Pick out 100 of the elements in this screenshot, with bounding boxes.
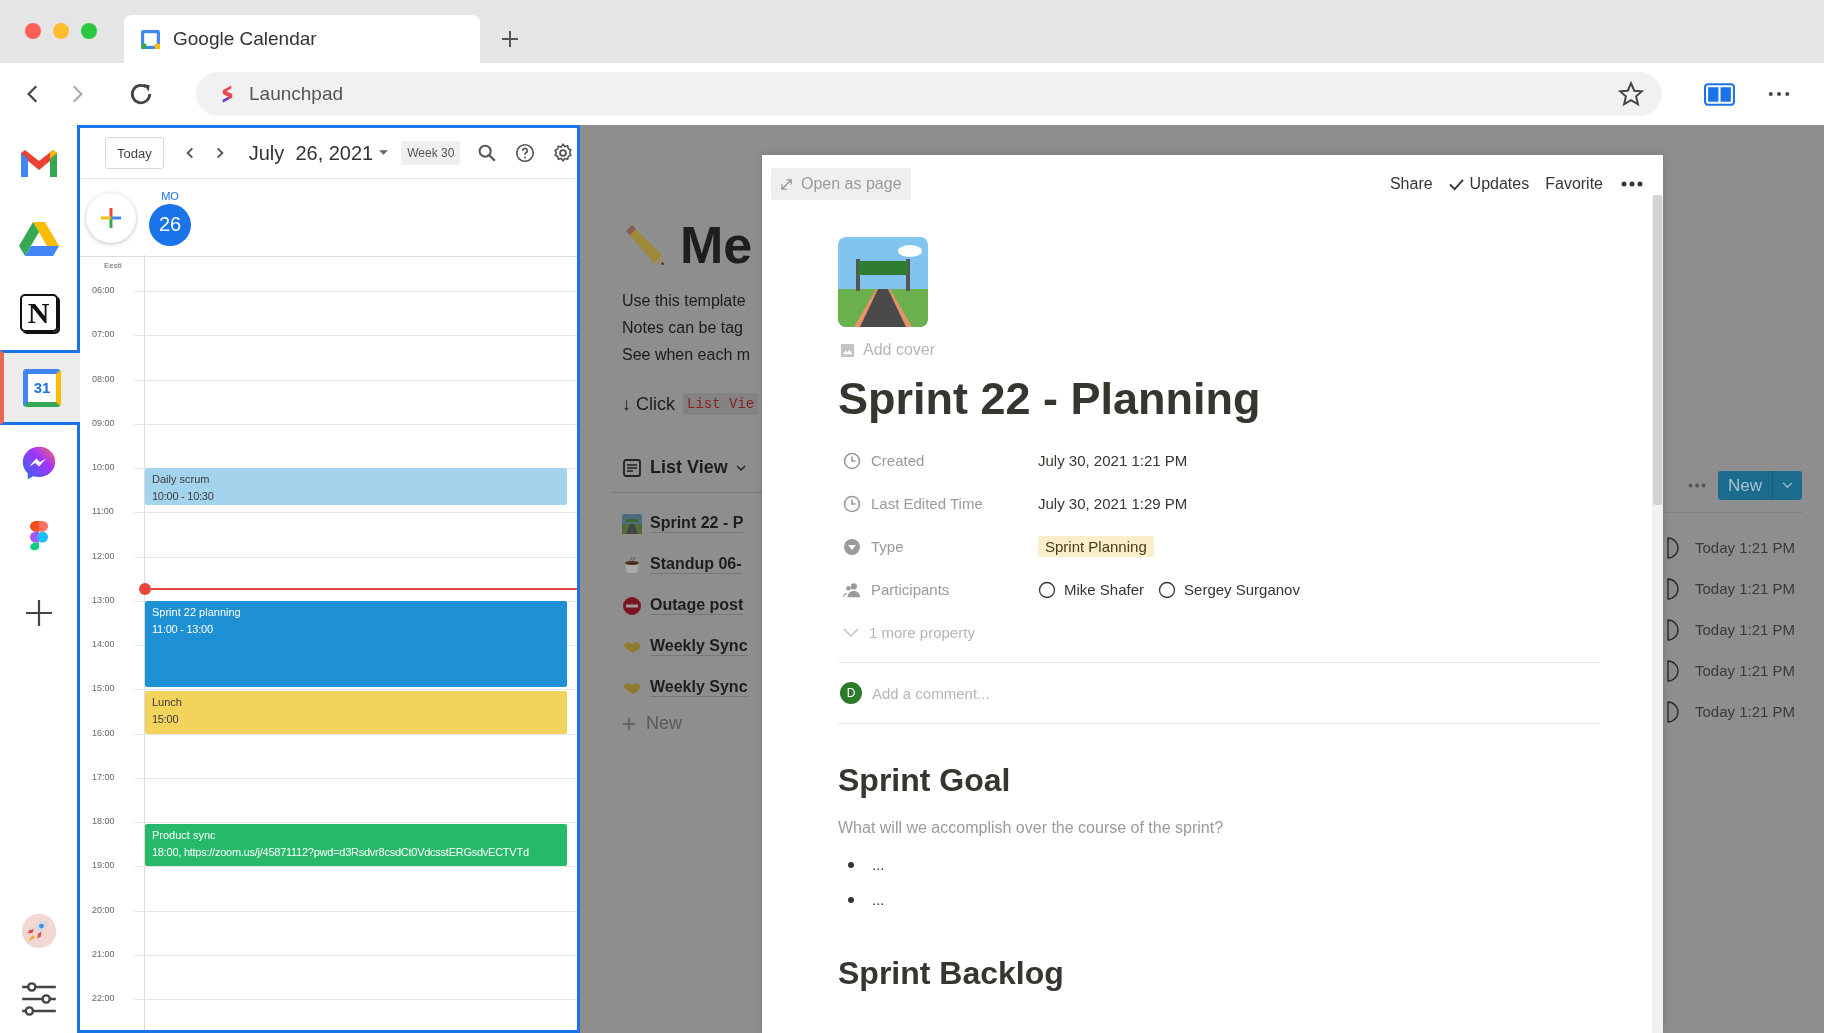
create-button[interactable] [86, 192, 136, 243]
hour-label: 14:00 [92, 639, 115, 649]
property-label: Type [871, 538, 904, 555]
user-avatar: D [840, 682, 862, 704]
hour-label: 13:00 [92, 594, 115, 605]
hour-label: 18:00 [92, 816, 115, 826]
page-title: Sprint 22 - Planning [838, 372, 1262, 426]
avatar-icon [1158, 580, 1177, 599]
settings-icon[interactable] [552, 142, 575, 164]
plus-icon [622, 716, 636, 731]
no-entry-icon [622, 595, 642, 616]
description-text: Notes can be tag [622, 318, 744, 338]
more-icon[interactable] [1768, 91, 1790, 97]
avatar-icon [1667, 659, 1679, 682]
property-label: Created [871, 452, 925, 469]
more-icon[interactable] [1621, 181, 1643, 187]
page-title: Me [680, 215, 753, 275]
header-action[interactable]: Updates [1448, 175, 1530, 193]
avatar-icon [1038, 580, 1056, 599]
hour-label: 08:00 [92, 373, 115, 384]
header-action[interactable]: Favorite [1545, 175, 1603, 193]
bullet-icon [848, 896, 854, 903]
hour-label: 15:00 [92, 683, 115, 694]
hour-label: 12:00 [92, 550, 115, 561]
chevron-icon [843, 627, 859, 638]
caret-icon[interactable] [379, 150, 389, 156]
hour-label: 09:00 [92, 417, 115, 428]
hour-label: 11:00 [92, 506, 114, 517]
today-button[interactable]: Today [105, 137, 164, 169]
person-name[interactable]: Sergey Surganov [1184, 581, 1300, 598]
event-block[interactable]: Sprint 22 planning 11:00 - 13:00 [145, 600, 567, 688]
day-number[interactable]: 26 [149, 203, 191, 246]
section-text: What will we accomplish over the course of the sprint? [838, 819, 1225, 837]
list-item-title[interactable]: Standup 06- [650, 555, 742, 574]
address-bar[interactable]: Launchpad [196, 72, 1662, 116]
list-item-title[interactable]: Sprint 22 - P [650, 514, 744, 533]
hour-label: 10:00 [92, 462, 115, 472]
dropdown-icon [843, 537, 861, 556]
description-text: Use this template [622, 291, 747, 311]
calendar-app-item[interactable]: 31 [0, 350, 80, 425]
split-view-icon[interactable] [1704, 82, 1735, 106]
timestamp: Today 1:21 PM [1695, 539, 1796, 556]
chevron-icon [735, 464, 746, 471]
notion-app-item[interactable]: N [0, 275, 77, 350]
weekday-label: MO [161, 189, 179, 202]
event-title: Sprint 22 planning [152, 605, 242, 619]
help-icon[interactable] [514, 142, 537, 164]
hour-label: 19:00 [92, 860, 115, 871]
section-heading: Sprint Backlog [838, 955, 1065, 992]
event-block[interactable]: Lunch 15:00 [145, 691, 567, 734]
description-text: See when each m [622, 345, 752, 365]
event-block[interactable]: Daily scrum 10:00 - 10:30 [145, 468, 567, 505]
property-value: July 30, 2021 1:29 PM [1038, 495, 1188, 512]
list-item-title[interactable]: Outage post [650, 596, 744, 615]
cup-icon [622, 554, 642, 575]
avatar-icon [1667, 700, 1679, 723]
view-selector[interactable]: List View [622, 457, 762, 478]
bullet-text: ... [872, 891, 885, 908]
header-action[interactable]: Share [1389, 175, 1433, 193]
person-name[interactable]: Mike Shafer [1064, 581, 1145, 598]
calendar-icon: 31 [23, 368, 61, 407]
caret-icon [1782, 482, 1793, 489]
plus-icon [99, 205, 123, 230]
type-tag[interactable]: Sprint Planning [1038, 536, 1154, 557]
add-icon [23, 597, 54, 628]
calendar-icon [140, 28, 161, 50]
property-label: Last Edited Time [871, 495, 983, 512]
property-value: July 30, 2021 1:21 PM [1038, 452, 1188, 469]
check-icon [1448, 177, 1464, 191]
event-time: 11:00 - 13:00 [152, 622, 214, 636]
date-title[interactable]: July 26, 2021 [248, 141, 374, 165]
new-tab-icon[interactable] [500, 29, 520, 49]
event-time: 18:00, https://zoom.us/j/45871112?pwd=d3Rsdvr8csdCt0VdcsstERGsdvECTVTd [152, 846, 530, 859]
clock-icon [843, 494, 861, 513]
event-title: Product sync [152, 829, 217, 842]
list-icon [622, 457, 642, 478]
hour-label: 21:00 [92, 948, 115, 959]
hour-label: 17:00 [92, 771, 115, 782]
road-icon[interactable] [838, 237, 928, 327]
clock-icon [843, 451, 861, 470]
timezone-label: Eesti [103, 260, 123, 270]
avatar-icon [1667, 536, 1679, 559]
browser-tab[interactable]: Google Calendar [124, 15, 480, 63]
hour-label: 20:00 [92, 904, 115, 915]
expand-icon [780, 177, 793, 191]
hour-label: 06:00 [92, 285, 115, 295]
list-item-title[interactable]: Weekly Sync [650, 678, 748, 697]
hint-text: ↓ Click [622, 393, 675, 415]
event-title: Lunch [152, 696, 183, 710]
new-button[interactable]: New [1718, 471, 1802, 500]
event-time: 10:00 - 10:30 [152, 490, 215, 503]
list-item-title[interactable]: Weekly Sync [650, 637, 748, 656]
avatar-icon [1667, 618, 1679, 641]
hour-label: 07:00 [92, 329, 115, 340]
event-title: Daily scrum [152, 473, 211, 486]
road-icon [622, 513, 642, 534]
scrollbar[interactable] [1652, 195, 1663, 1033]
event-time: 15:00 [152, 713, 180, 727]
hour-label: 22:00 [92, 993, 115, 1003]
bookmark-star-icon[interactable] [1618, 81, 1644, 107]
